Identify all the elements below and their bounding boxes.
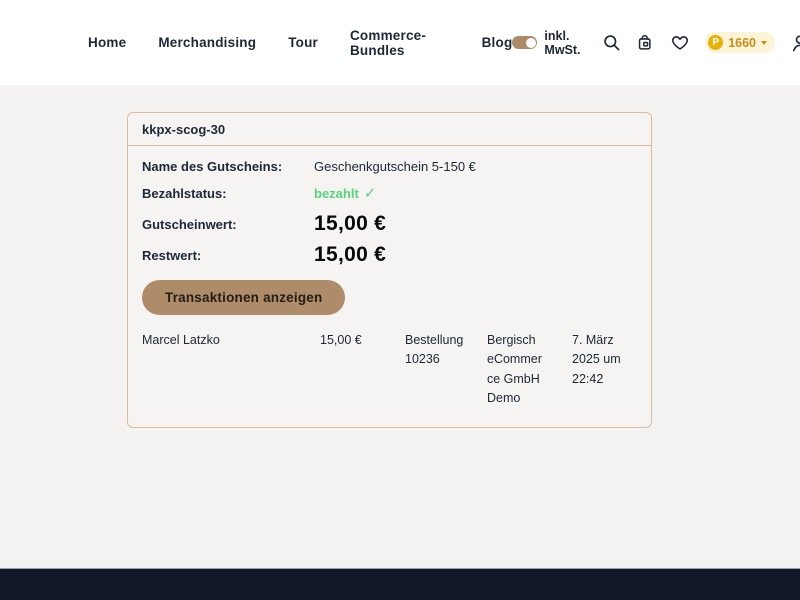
cart-button[interactable] [636, 33, 655, 52]
field-label: Gutscheinwert: [142, 217, 314, 232]
nav-item-merchandising[interactable]: Merchandising [158, 35, 256, 50]
show-transactions-button[interactable]: Transaktionen anzeigen [142, 280, 345, 315]
page-footer [0, 568, 800, 600]
points-icon: P [708, 35, 723, 50]
transaction-merchant: Bergisch eCommerce GmbH Demo [487, 331, 572, 409]
voucher-code: kkpx-scog-30 [128, 113, 651, 146]
points-badge[interactable]: P 1660 [705, 32, 775, 53]
heart-icon [670, 33, 690, 52]
nav-item-commerce-bundles[interactable]: Commerce-Bundles [350, 28, 450, 58]
chevron-down-icon [761, 41, 767, 45]
search-icon [602, 33, 621, 52]
account-icon [790, 32, 800, 54]
voucher-name-value: Geschenkgutschein 5-150 € [314, 159, 476, 174]
field-row-name: Name des Gutscheins: Geschenkgutschein 5… [142, 159, 637, 174]
main-nav: Home Merchandising Tour Commerce-Bundles… [88, 28, 512, 58]
field-row-voucher-value: Gutscheinwert: 15,00 € [142, 212, 637, 236]
nav-item-tour[interactable]: Tour [288, 35, 318, 50]
wishlist-button[interactable] [670, 33, 690, 52]
toggle-switch-icon[interactable] [512, 36, 537, 49]
transaction-date: 7. März 2025 um 22:42 [572, 331, 637, 409]
shopping-bag-icon [636, 33, 655, 52]
field-label: Restwert: [142, 248, 314, 263]
field-row-payment-status: Bezahlstatus: bezahlt ✓ [142, 184, 637, 202]
remaining-value-amount: 15,00 € [314, 243, 386, 267]
field-label: Name des Gutscheins: [142, 159, 314, 174]
voucher-card-body: Name des Gutscheins: Geschenkgutschein 5… [128, 146, 651, 427]
voucher-card: kkpx-scog-30 Name des Gutscheins: Gesche… [127, 112, 652, 428]
points-value: 1660 [728, 36, 756, 50]
vat-toggle-label: inkl. MwSt. [544, 29, 587, 57]
search-button[interactable] [602, 33, 621, 52]
transaction-row: Marcel Latzko 15,00 € Bestellung 10236 B… [142, 331, 637, 409]
transaction-order: Bestellung 10236 [405, 331, 487, 409]
top-navigation: Home Merchandising Tour Commerce-Bundles… [0, 0, 800, 85]
voucher-value-amount: 15,00 € [314, 212, 386, 236]
field-label: Bezahlstatus: [142, 186, 314, 201]
field-row-remaining-value: Restwert: 15,00 € [142, 243, 637, 267]
transaction-amount: 15,00 € [320, 331, 405, 409]
vat-toggle[interactable]: inkl. MwSt. [512, 29, 587, 57]
nav-item-blog[interactable]: Blog [482, 35, 513, 50]
header-actions: inkl. MwSt. [512, 29, 800, 57]
nav-item-home[interactable]: Home [88, 35, 126, 50]
transaction-customer: Marcel Latzko [142, 331, 320, 409]
main-content: kkpx-scog-30 Name des Gutscheins: Gesche… [0, 85, 800, 568]
payment-status-badge: bezahlt [314, 186, 359, 201]
account-button[interactable] [790, 32, 800, 54]
check-icon: ✓ [364, 184, 377, 202]
